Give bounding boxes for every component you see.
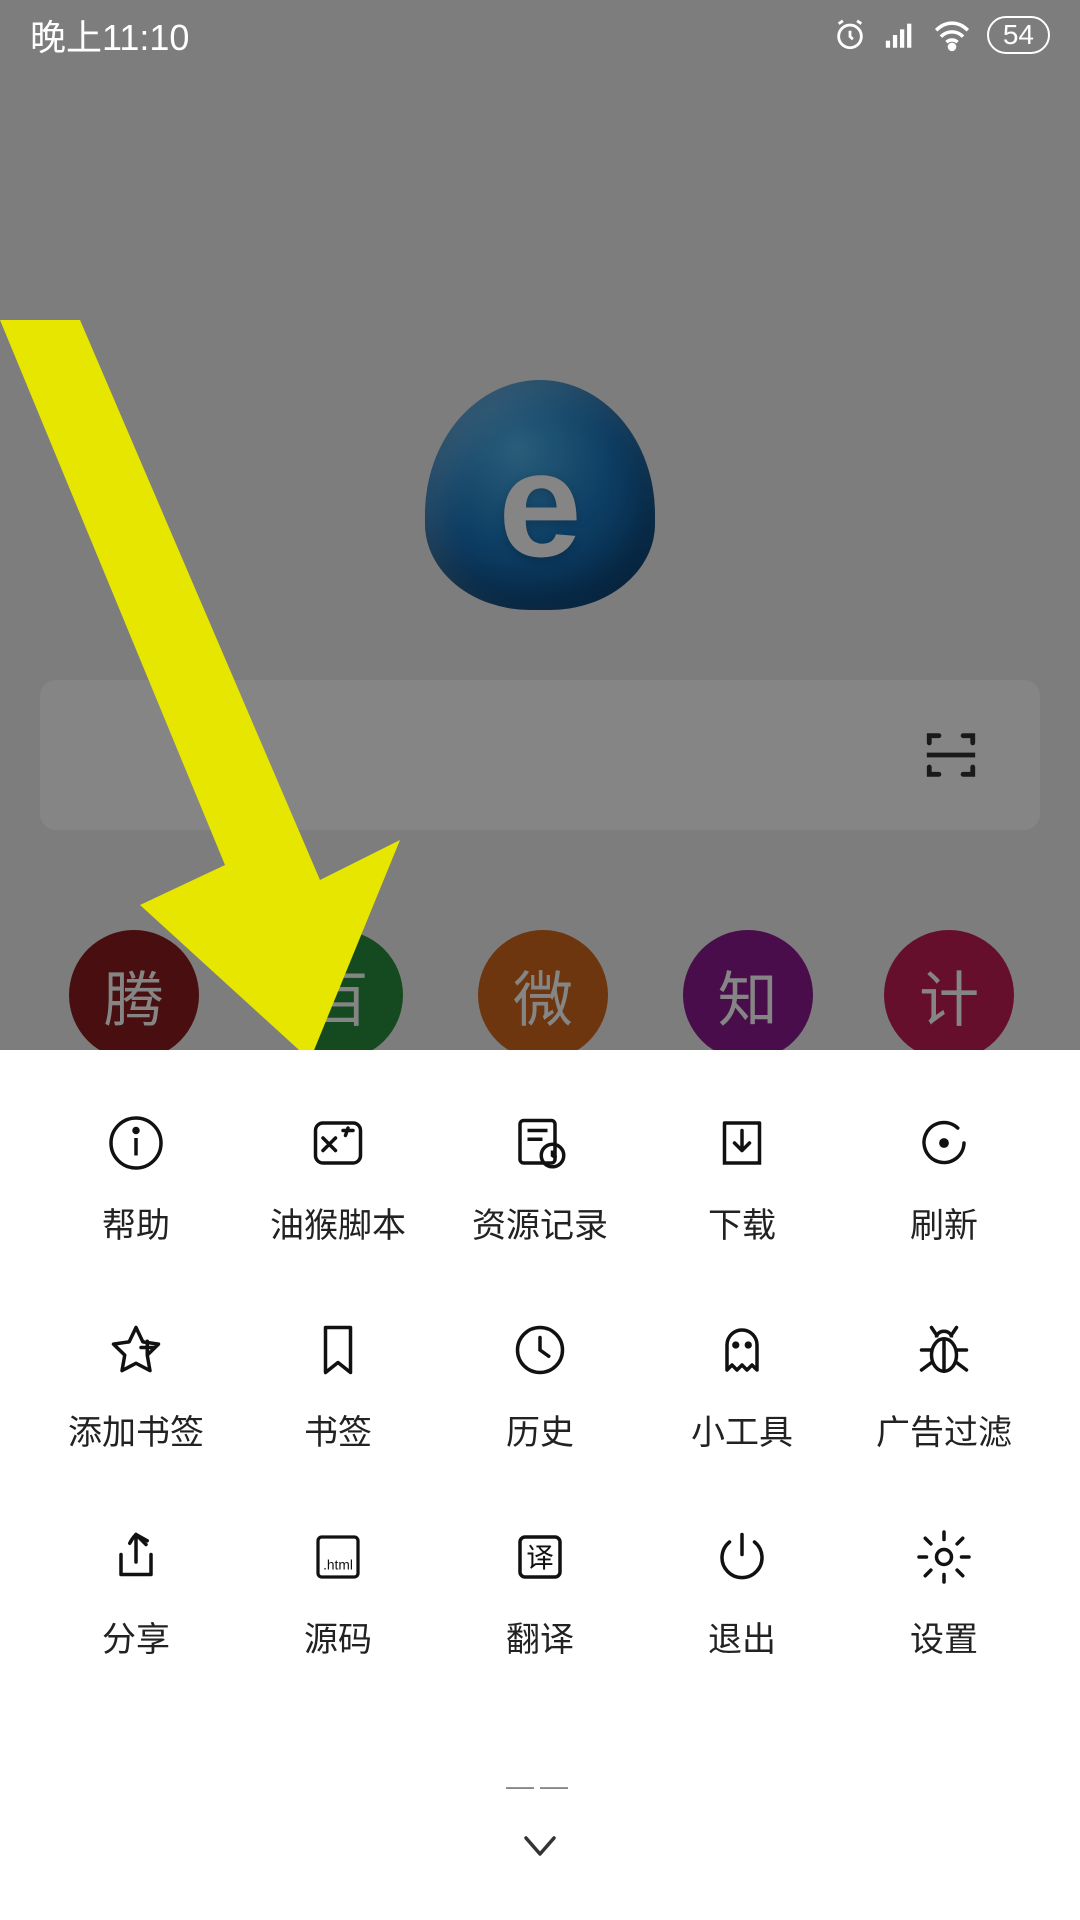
svg-text:.html: .html bbox=[323, 1558, 353, 1573]
menu-refresh[interactable]: 刷新 bbox=[848, 1110, 1040, 1247]
menu-add-bookmark[interactable]: 添加书签 bbox=[40, 1317, 232, 1454]
menu-tools[interactable]: 小工具 bbox=[646, 1317, 838, 1454]
star-plus-icon bbox=[103, 1317, 169, 1383]
menu-help[interactable]: 帮助 bbox=[40, 1110, 232, 1247]
menu-download[interactable]: 下载 bbox=[646, 1110, 838, 1247]
html-icon: .html bbox=[305, 1524, 371, 1590]
menu-tampermonkey[interactable]: 油猴脚本 bbox=[242, 1110, 434, 1247]
menu-exit[interactable]: 退出 bbox=[646, 1524, 838, 1661]
wifi-icon bbox=[933, 18, 971, 52]
status-time: 晚上11:10 bbox=[30, 9, 189, 61]
info-icon bbox=[103, 1110, 169, 1176]
clock-icon bbox=[507, 1317, 573, 1383]
translate-icon: 译 bbox=[507, 1524, 573, 1590]
drag-handle[interactable]: —— bbox=[506, 1770, 574, 1802]
power-icon bbox=[709, 1524, 775, 1590]
status-bar: 晚上11:10 54 bbox=[0, 0, 1080, 70]
download-icon bbox=[709, 1110, 775, 1176]
menu-bookmarks[interactable]: 书签 bbox=[242, 1317, 434, 1454]
chevron-down-icon[interactable] bbox=[516, 1822, 564, 1870]
ghost-icon bbox=[709, 1317, 775, 1383]
menu-translate[interactable]: 译 翻译 bbox=[444, 1524, 636, 1661]
signal-icon bbox=[883, 18, 917, 52]
share-icon bbox=[103, 1524, 169, 1590]
menu-settings[interactable]: 设置 bbox=[848, 1524, 1040, 1661]
menu-history[interactable]: 历史 bbox=[444, 1317, 636, 1454]
menu-resource-log[interactable]: 资源记录 bbox=[444, 1110, 636, 1247]
script-icon bbox=[305, 1110, 371, 1176]
menu-sheet: 帮助 油猴脚本 资源记录 下载 刷新 bbox=[0, 1050, 1080, 1920]
document-clock-icon bbox=[507, 1110, 573, 1176]
bookmark-icon bbox=[305, 1317, 371, 1383]
svg-text:译: 译 bbox=[526, 1542, 554, 1573]
refresh-icon bbox=[911, 1110, 977, 1176]
menu-source[interactable]: .html 源码 bbox=[242, 1524, 434, 1661]
gear-icon bbox=[911, 1524, 977, 1590]
bug-icon bbox=[911, 1317, 977, 1383]
menu-share[interactable]: 分享 bbox=[40, 1524, 232, 1661]
menu-ad-filter[interactable]: 广告过滤 bbox=[848, 1317, 1040, 1454]
battery-indicator: 54 bbox=[987, 16, 1050, 54]
alarm-icon bbox=[833, 18, 867, 52]
